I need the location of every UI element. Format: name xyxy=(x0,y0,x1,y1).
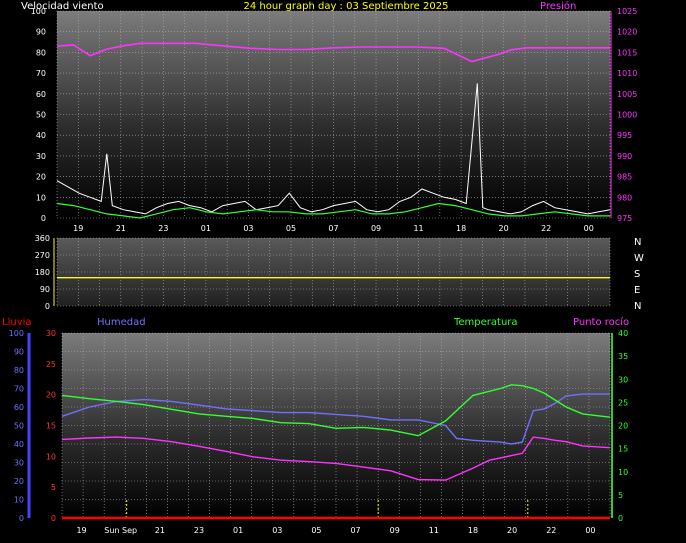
pressure-y-tick-label: 1000 xyxy=(617,111,637,120)
rain-y-tick-label: 5 xyxy=(51,483,56,492)
wind-x-tick-label: 18 xyxy=(456,224,466,233)
rain-y-tick-label: 30 xyxy=(46,329,56,338)
rain-y-tick-label: 15 xyxy=(46,422,56,431)
rain-y-tick-label: 25 xyxy=(46,360,56,369)
wind-x-tick-label: 01 xyxy=(201,224,211,233)
temp-x-tick-label: 07 xyxy=(350,526,360,535)
weather-graph: 0102030405060708090100975980985990995100… xyxy=(2,0,644,535)
wind-speed-label: Velocidad viento xyxy=(21,1,104,12)
humidity-y-tick-label: 60 xyxy=(14,403,24,412)
wind-x-tick-label: 23 xyxy=(158,224,168,233)
humidity-y-tick-label: 20 xyxy=(14,477,24,486)
compass-s: S xyxy=(634,269,640,280)
wind-x-tick-label: 11 xyxy=(413,224,423,233)
temp-y-tick-label: 0 xyxy=(618,514,623,523)
temp-x-tick-label: 05 xyxy=(311,526,321,535)
wind-y-tick-label: 20 xyxy=(36,173,46,182)
wind-y-tick-label: 60 xyxy=(36,90,46,99)
wind-y-tick-label: 70 xyxy=(36,69,46,78)
graph-title: 24 hour graph day : 03 Septiembre 2025 xyxy=(244,1,449,12)
wind-x-tick-label: 00 xyxy=(584,224,594,233)
temp-y-tick-label: 10 xyxy=(618,468,628,477)
temp-x-tick-label: 09 xyxy=(390,526,400,535)
wind-x-tick-label: 19 xyxy=(73,224,83,233)
pressure-y-tick-label: 1025 xyxy=(617,7,637,16)
temperature-label: Temperatura xyxy=(453,317,518,328)
temp-y-tick-label: 20 xyxy=(618,422,628,431)
wind-y-tick-label: 10 xyxy=(36,193,46,202)
humidity-y-tick-label: 10 xyxy=(14,496,24,505)
temp-x-tick-label: 11 xyxy=(429,526,439,535)
compass-n-bottom: N xyxy=(634,301,641,312)
temp-y-tick-label: 5 xyxy=(618,491,623,500)
temp-y-tick-label: 35 xyxy=(618,352,628,361)
pressure-y-tick-label: 985 xyxy=(617,173,632,182)
wind-y-tick-label: 50 xyxy=(36,111,46,120)
temp-y-tick-label: 30 xyxy=(618,375,628,384)
temp-x-tick-label: 18 xyxy=(468,526,478,535)
temp-x-tick-label: 01 xyxy=(233,526,243,535)
compass-e: E xyxy=(634,285,640,296)
wind-x-tick-label: 21 xyxy=(116,224,126,233)
wind-x-tick-label: 05 xyxy=(286,224,296,233)
humidity-y-tick-label: 80 xyxy=(14,366,24,375)
pressure-y-tick-label: 1020 xyxy=(617,28,637,37)
humidity-y-tick-label: 0 xyxy=(19,514,24,523)
pressure-y-tick-label: 975 xyxy=(617,214,632,223)
humidity-y-tick-label: 50 xyxy=(14,422,24,431)
temp-x-tick-label: 19 xyxy=(76,526,86,535)
temp-y-tick-label: 25 xyxy=(618,398,628,407)
rain-y-tick-label: 20 xyxy=(46,391,56,400)
temp-x-tick-label: 03 xyxy=(272,526,282,535)
wind-x-tick-label: 09 xyxy=(371,224,381,233)
direction-y-tick-label: 0 xyxy=(45,302,50,311)
compass-w: W xyxy=(634,253,644,264)
rain-y-tick-label: 0 xyxy=(51,514,56,523)
wind-x-tick-label: 22 xyxy=(541,224,551,233)
pressure-y-tick-label: 990 xyxy=(617,152,632,161)
temp-x-tick-label: 21 xyxy=(155,526,165,535)
temp-y-tick-label: 15 xyxy=(618,445,628,454)
wind-x-tick-label: 03 xyxy=(243,224,253,233)
pressure-y-tick-label: 995 xyxy=(617,131,632,140)
dewpoint-label: Punto rocío xyxy=(573,316,629,328)
humidity-y-tick-label: 30 xyxy=(14,459,24,468)
pressure-y-tick-label: 1015 xyxy=(617,48,637,57)
compass-n-top: N xyxy=(634,237,641,248)
temp-x-tick-label: Sun Sep xyxy=(104,526,137,535)
direction-y-tick-label: 180 xyxy=(35,268,50,277)
direction-y-tick-label: 270 xyxy=(35,251,50,260)
direction-y-tick-label: 90 xyxy=(40,285,50,294)
humidity-y-tick-label: 70 xyxy=(14,385,24,394)
humidity-label: Humedad xyxy=(97,317,146,328)
wind-y-tick-label: 80 xyxy=(36,48,46,57)
temp-x-tick-label: 23 xyxy=(194,526,204,535)
wind-y-tick-label: 40 xyxy=(36,131,46,140)
direction-y-tick-label: 360 xyxy=(35,234,50,243)
pressure-y-tick-label: 1005 xyxy=(617,90,637,99)
pressure-label: Presión xyxy=(540,0,576,12)
humidity-y-tick-label: 90 xyxy=(14,348,24,357)
wind-x-tick-label: 07 xyxy=(328,224,338,233)
humidity-y-tick-label: 100 xyxy=(9,329,24,338)
temp-x-tick-label: 20 xyxy=(507,526,517,535)
wind-y-tick-label: 90 xyxy=(36,28,46,37)
rain-label: Lluvia xyxy=(2,317,32,328)
wind-x-tick-label: 20 xyxy=(499,224,509,233)
pressure-y-tick-label: 980 xyxy=(617,193,632,202)
wind-y-tick-label: 30 xyxy=(36,152,46,161)
wind-y-tick-label: 0 xyxy=(41,214,46,223)
temp-y-tick-label: 40 xyxy=(618,329,628,338)
humidity-y-tick-label: 40 xyxy=(14,440,24,449)
temp-x-tick-label: 00 xyxy=(585,526,595,535)
rain-y-tick-label: 10 xyxy=(46,452,56,461)
pressure-y-tick-label: 1010 xyxy=(617,69,637,78)
temp-x-tick-label: 22 xyxy=(546,526,556,535)
